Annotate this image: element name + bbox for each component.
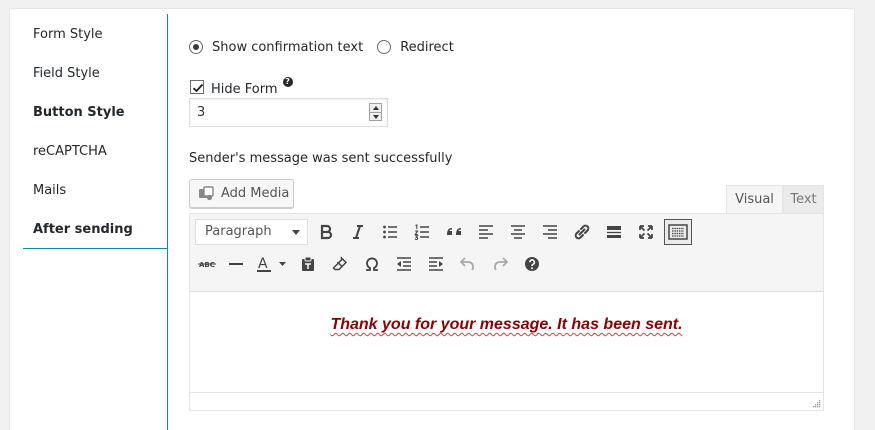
show-confirmation-label[interactable]: Show confirmation text [212, 40, 363, 55]
confirmation-message-text[interactable]: Thank you for your message. It has been … [190, 316, 823, 334]
numbered-list-button[interactable] [406, 219, 438, 245]
undo-icon [460, 257, 474, 271]
sidebar-divider [167, 14, 168, 430]
spinner-down-button[interactable] [370, 112, 381, 120]
paste-text-icon [302, 256, 314, 271]
fullscreen-button[interactable] [630, 219, 662, 245]
confirmation-type-group: Show confirmation text Redirect [189, 37, 468, 57]
hide-form-label[interactable]: Hide Form [211, 82, 278, 97]
bullet-list-button[interactable] [374, 219, 406, 245]
link-button[interactable] [566, 219, 598, 245]
show-confirmation-radio[interactable] [189, 40, 203, 54]
tab-text[interactable]: Text [783, 185, 824, 213]
fullscreen-icon [639, 225, 653, 239]
checkmark-icon [192, 83, 204, 93]
undo-button[interactable] [452, 251, 484, 277]
outdent-icon [397, 257, 411, 271]
hide-form-row: Hide Form ? [190, 77, 293, 97]
clear-formatting-icon [332, 256, 348, 271]
toolbar-toggle-button[interactable] [664, 219, 692, 245]
settings-panel: Form Style Field Style Button Style reCA… [9, 8, 855, 430]
sidebar-item-button-style[interactable]: Button Style [23, 93, 168, 132]
numbered-list-icon [414, 224, 429, 240]
bold-button[interactable] [310, 219, 342, 245]
toolbar-toggle-icon [668, 224, 688, 240]
horizontal-line-icon [229, 263, 243, 265]
redirect-radio[interactable] [377, 40, 392, 54]
horizontal-line-button[interactable] [220, 251, 252, 277]
toolbar-row-1: Paragraph [195, 219, 692, 245]
message-editor: Paragraph ABC A Thank you for your messa… [189, 213, 824, 411]
outdent-button[interactable] [388, 251, 420, 277]
sidebar-item-mails[interactable]: Mails [23, 171, 168, 210]
blockquote-icon [447, 228, 461, 235]
align-right-icon [543, 225, 557, 239]
text-color-glyph: A [258, 256, 268, 272]
paste-text-button[interactable] [292, 251, 324, 277]
caret-up-icon [373, 106, 379, 110]
redo-icon [494, 257, 508, 271]
hide-form-checkbox[interactable] [190, 80, 204, 94]
special-character-icon [366, 257, 378, 271]
read-more-button[interactable] [598, 219, 630, 245]
sidebar-item-field-style[interactable]: Field Style [23, 54, 168, 93]
tab-visual[interactable]: Visual [726, 185, 783, 213]
text-color-icon: A [257, 256, 286, 272]
toolbar-row-2: ABC A [195, 251, 548, 277]
add-media-button[interactable]: Add Media [189, 179, 294, 208]
text-color-button[interactable]: A [252, 251, 292, 277]
align-right-button[interactable] [534, 219, 566, 245]
question-circle-icon[interactable]: ? [282, 77, 293, 87]
help-button[interactable] [516, 251, 548, 277]
bold-icon [320, 224, 333, 240]
special-character-button[interactable] [356, 251, 388, 277]
align-center-button[interactable] [502, 219, 534, 245]
redirect-label[interactable]: Redirect [400, 40, 454, 55]
editor-statusbar [190, 392, 823, 410]
indent-icon [429, 257, 443, 271]
sidebar-item-form-style[interactable]: Form Style [23, 15, 168, 54]
format-select-value: Paragraph [205, 224, 272, 239]
sidebar-item-after-sending[interactable]: After sending [23, 210, 168, 249]
strikethrough-icon: ABC [197, 261, 216, 269]
indent-button[interactable] [420, 251, 452, 277]
align-center-icon [511, 225, 525, 239]
chevron-down-icon [292, 230, 300, 235]
spinner-up-button[interactable] [370, 104, 381, 112]
redo-button[interactable] [484, 251, 516, 277]
success-message-label: Sender's message was sent successfully [189, 151, 453, 166]
media-icon [199, 186, 214, 201]
italic-button[interactable] [342, 219, 374, 245]
clear-formatting-button[interactable] [324, 251, 356, 277]
format-select[interactable]: Paragraph [195, 219, 308, 245]
align-left-button[interactable] [470, 219, 502, 245]
radio-selected-dot [193, 44, 199, 50]
strikethrough-button[interactable]: ABC [195, 251, 220, 277]
caret-down-icon [373, 115, 379, 119]
help-icon [525, 257, 539, 271]
hide-form-number-input[interactable]: 3 [189, 98, 388, 127]
italic-icon [353, 225, 363, 239]
editor-content[interactable]: Thank you for your message. It has been … [190, 293, 823, 393]
bullet-list-icon [383, 225, 397, 239]
strikethrough-glyph: ABC [199, 261, 215, 269]
blockquote-button[interactable] [438, 219, 470, 245]
read-more-icon [607, 226, 621, 238]
resize-grip-icon[interactable] [812, 399, 821, 408]
sidebar-item-recaptcha[interactable]: reCAPTCHA [23, 132, 168, 171]
editor-toolbar: Paragraph ABC A [190, 214, 823, 292]
number-spinner[interactable] [369, 103, 382, 121]
settings-sidebar: Form Style Field Style Button Style reCA… [23, 15, 168, 249]
hide-form-number-value: 3 [197, 105, 206, 120]
align-left-icon [479, 225, 493, 239]
link-icon [574, 224, 590, 240]
add-media-label: Add Media [221, 186, 290, 201]
